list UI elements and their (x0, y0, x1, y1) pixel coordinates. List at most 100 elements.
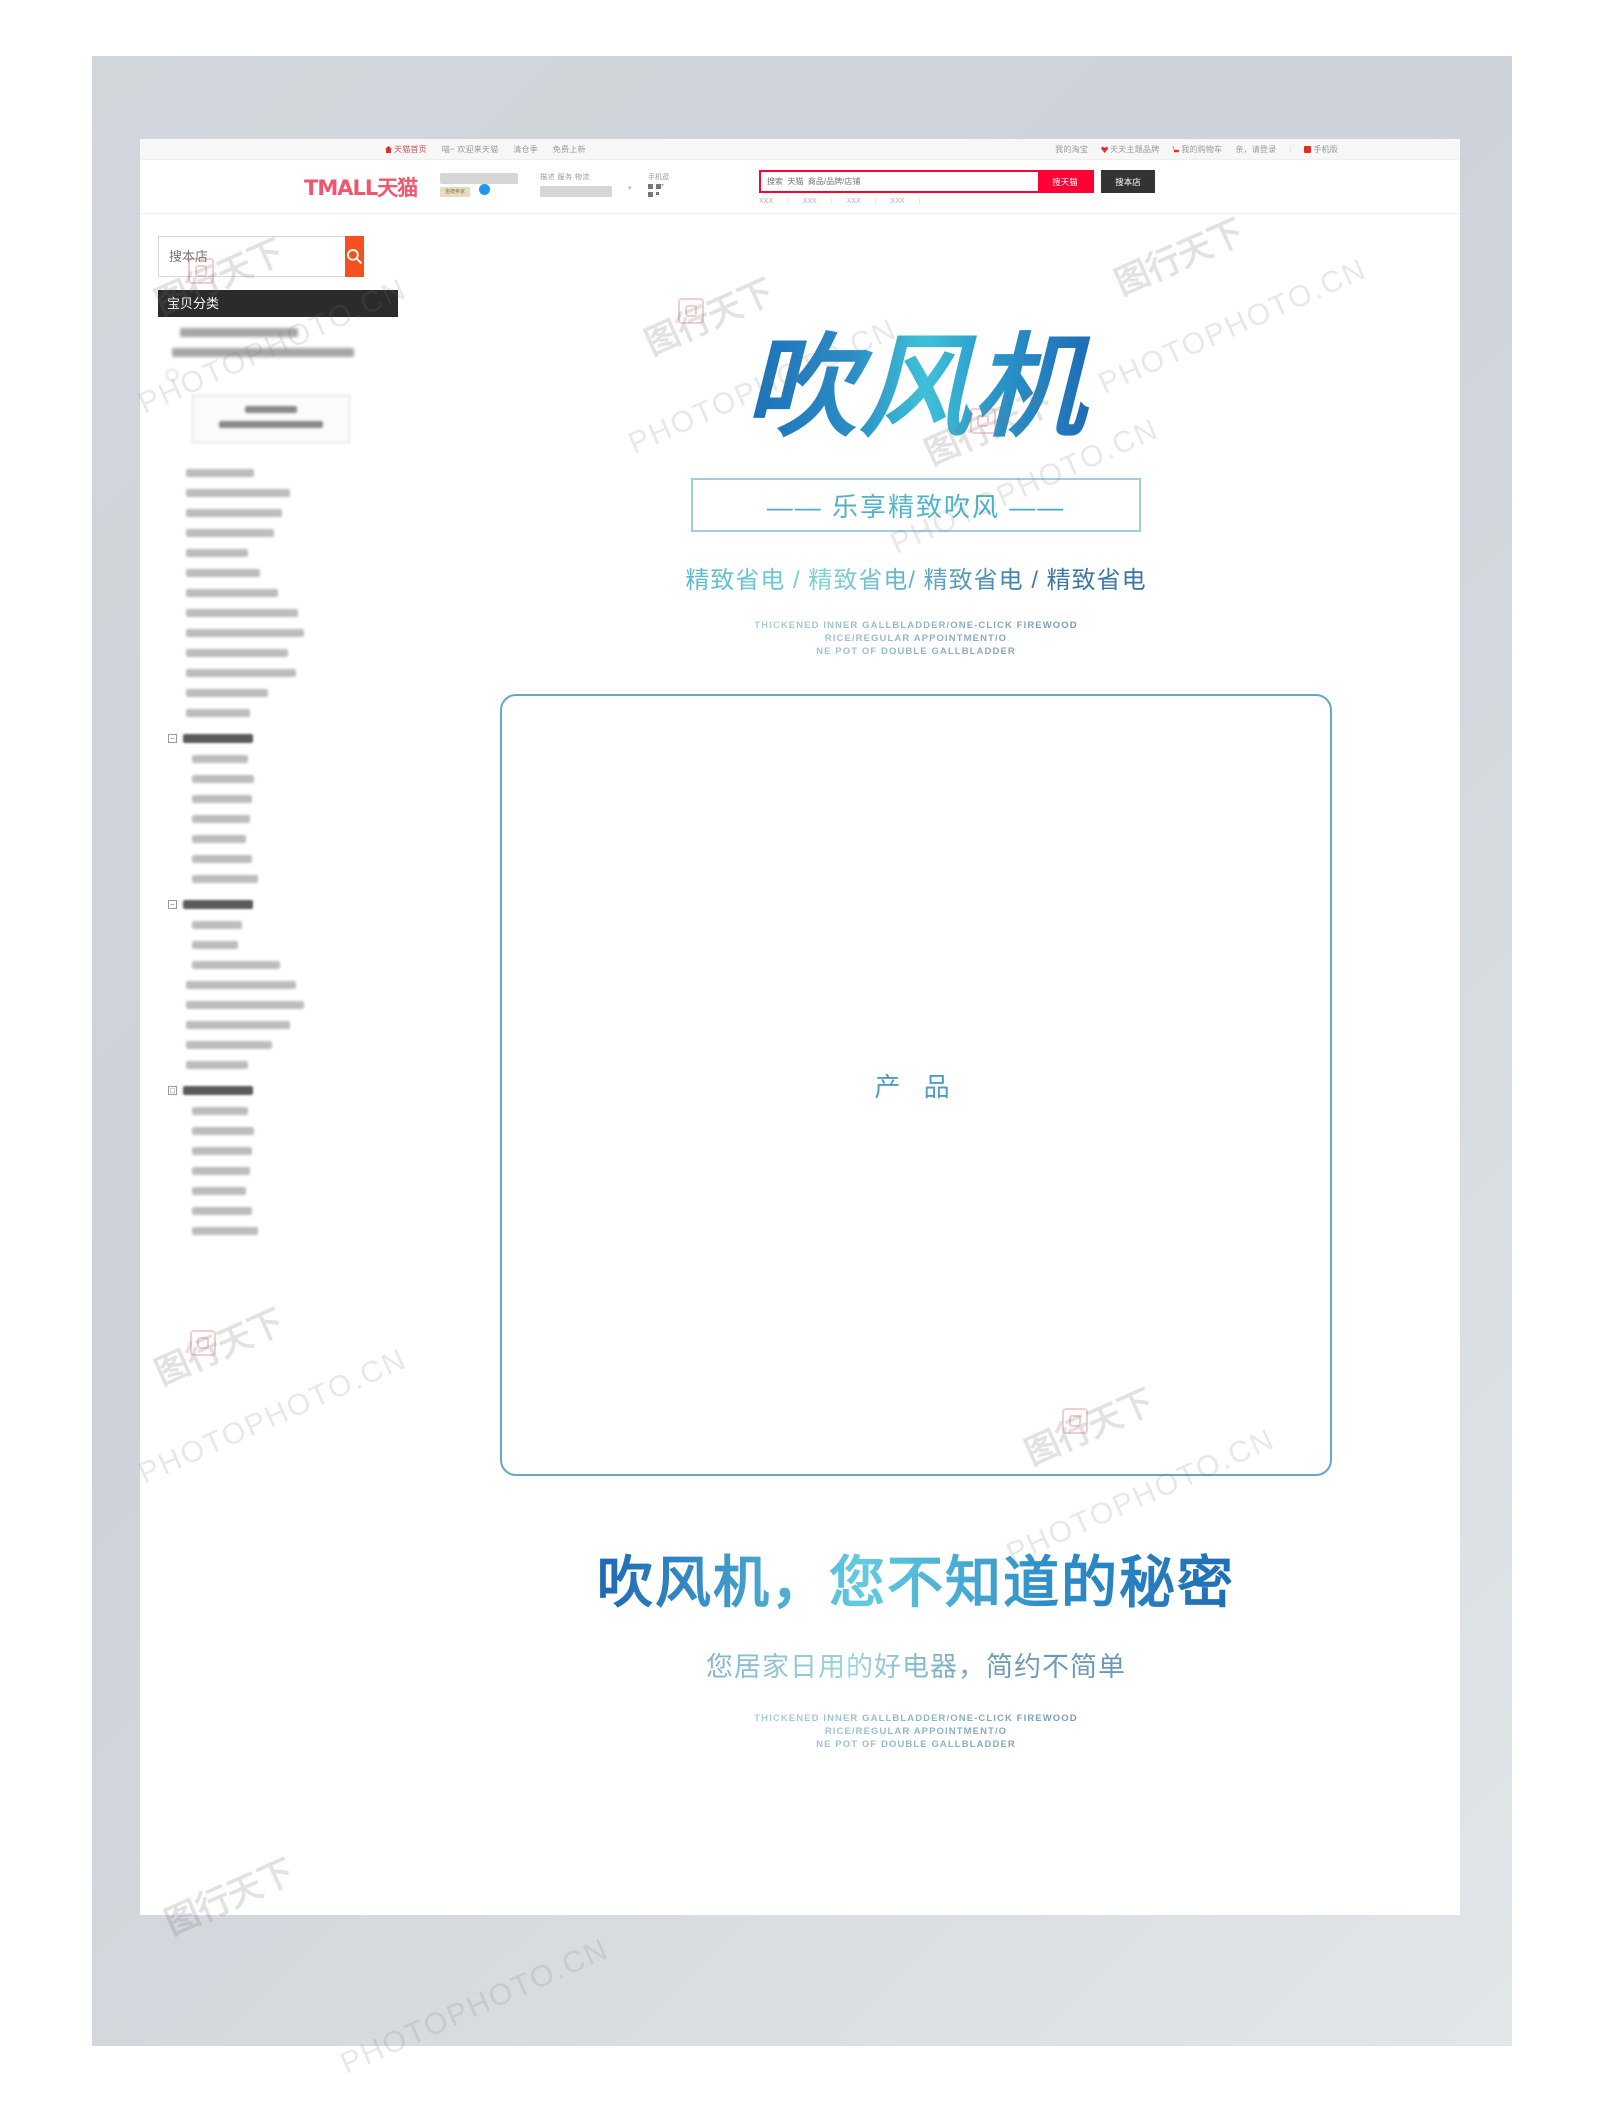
hot-keyword[interactable]: XXX (803, 198, 817, 205)
topnav-link-newarrivals[interactable]: 免费上新 (553, 144, 586, 155)
sidebar-item[interactable] (186, 981, 296, 989)
sidebar-item[interactable] (186, 649, 288, 657)
heart-icon (1101, 146, 1109, 153)
collapse-toggle-icon[interactable]: − (168, 900, 177, 909)
shop-rating-label: 描述 服务 物流 (540, 174, 590, 181)
tmall-search-area: 搜天猫 搜本店 XXX | XXX | XXX | XXX | (759, 170, 1155, 205)
sidebar-item[interactable] (186, 569, 260, 577)
sidebar-item[interactable] (192, 1167, 250, 1175)
collapse-toggle-icon[interactable]: □ (168, 1086, 177, 1095)
sidebar-item[interactable] (192, 1147, 252, 1155)
phone-icon (1304, 146, 1312, 153)
sidebar-item[interactable] (186, 709, 250, 717)
hot-keyword[interactable]: XXX (759, 198, 773, 205)
english-line: NE POT OF DOUBLE GALLBLADDER (816, 646, 1016, 657)
tmall-search-box: 搜天猫 (759, 170, 1094, 193)
tmall-page-sheet: 天猫首页 喵~ 欢迎来天猫 清仓季 免费上新 我的淘宝 天天主题品牌 我的购物车… (140, 139, 1460, 1915)
sidebar-item[interactable] (192, 795, 252, 803)
sidebar-item[interactable] (186, 1041, 272, 1049)
shop-name-chip: 金牌卖家 (440, 173, 518, 199)
hot-keyword[interactable]: XXX (891, 198, 905, 205)
mobile-shop-block: 手机逛 ▾ (648, 172, 688, 202)
chevron-down-icon-qr[interactable]: ▾ (661, 183, 664, 189)
topnav-link-home[interactable]: 天猫首页 (385, 144, 427, 155)
hot-keyword[interactable]: XXX (847, 198, 861, 205)
english-line: NE POT OF DOUBLE GALLBLADDER (816, 1739, 1016, 1750)
sidebar-item[interactable] (192, 775, 254, 783)
shop-search-input[interactable] (158, 236, 345, 277)
topnav-link-cart[interactable]: 我的购物车 (1172, 144, 1222, 155)
cart-icon (1172, 146, 1180, 153)
shop-search-row (158, 236, 364, 277)
chevron-down-icon[interactable]: ▾ (628, 184, 632, 192)
sidebar-item[interactable] (192, 941, 238, 949)
hot-keyword-divider: | (830, 198, 833, 205)
sidebar-item[interactable] (192, 855, 252, 863)
sidebar-item[interactable] (186, 549, 248, 557)
sidebar-item[interactable] (192, 1107, 248, 1115)
sidebar-item[interactable] (192, 1207, 252, 1215)
sidebar-group-header[interactable]: − (168, 734, 372, 743)
mobile-shop-label: 手机逛 (648, 174, 669, 181)
sidebar-item[interactable] (186, 609, 298, 617)
sidebar-item[interactable] (186, 689, 268, 697)
hot-keyword-divider: | (874, 198, 877, 205)
collapse-toggle-icon[interactable]: − (168, 734, 177, 743)
sidebar-item[interactable] (192, 921, 242, 929)
sidebar-radio-icon[interactable] (166, 369, 178, 381)
tmall-top-nav: 天猫首页 喵~ 欢迎来天猫 清仓季 免费上新 我的淘宝 天天主题品牌 我的购物车… (140, 139, 1460, 160)
sidebar-item[interactable] (192, 875, 258, 883)
tmall-logo[interactable]: TMALL天猫 (304, 172, 418, 202)
topnav-link-clearance[interactable]: 清仓季 (513, 144, 538, 155)
sidebar-item[interactable] (186, 1021, 290, 1029)
english-line: THICKENED INNER GALLBLADDER/ONE-CLICK FI… (754, 1713, 1078, 1724)
shop-search-button[interactable] (345, 236, 364, 277)
sidebar-promo-block (158, 328, 372, 357)
tmall-search-input[interactable] (761, 172, 1038, 191)
sidebar-item[interactable] (192, 815, 250, 823)
search-shop-button[interactable]: 搜本店 (1101, 170, 1155, 193)
sidebar-item[interactable] (192, 961, 280, 969)
shop-rating-block: 描述 服务 物流 (540, 172, 624, 197)
sidebar-card-line-2 (219, 421, 323, 428)
topnav-link-brands[interactable]: 天天主题品牌 (1101, 144, 1159, 155)
qrcode-icon[interactable] (648, 184, 661, 197)
sidebar-group-header[interactable]: □ (168, 1086, 372, 1095)
topnav-link-mytaobao[interactable]: 我的淘宝 (1055, 144, 1088, 155)
topnav-link-welcome[interactable]: 喵~ 欢迎来天猫 (442, 144, 499, 155)
shop-badge: 金牌卖家 (440, 187, 470, 197)
sidebar-item[interactable] (186, 509, 282, 517)
bottom-subheadline: 您居家日用的好电器，简约不简单 (372, 1645, 1460, 1684)
sidebar-item[interactable] (186, 669, 296, 677)
sidebar-item[interactable] (192, 1227, 258, 1235)
product-image-frame: 产 品 (500, 694, 1332, 1476)
tmall-top-nav-left: 天猫首页 喵~ 欢迎来天猫 清仓季 免费上新 (385, 144, 586, 155)
sidebar-item[interactable] (186, 1061, 248, 1069)
sidebar-promo-line-1 (180, 328, 298, 337)
sidebar-item[interactable] (192, 1187, 246, 1195)
page-bottom-strip (92, 2046, 1512, 2112)
shop-verified-icon (479, 184, 491, 195)
sidebar-item[interactable] (186, 629, 304, 637)
tmall-header: TMALL天猫 金牌卖家 描述 服务 物流 ▾ 手机逛 ▾ 搜天猫 (140, 160, 1460, 214)
sidebar-item[interactable] (192, 1127, 254, 1135)
shop-sidebar: 宝贝分类 (140, 214, 398, 1914)
sidebar-item[interactable] (186, 1001, 304, 1009)
topnav-link-mobile[interactable]: 手机版 (1304, 144, 1338, 155)
english-line: THICKENED INNER GALLBLADDER/ONE-CLICK FI… (754, 620, 1078, 631)
sidebar-group-label (183, 900, 253, 909)
sidebar-item[interactable] (186, 529, 274, 537)
sidebar-group-header[interactable]: − (168, 900, 372, 909)
sidebar-promo-line-2 (172, 348, 354, 357)
search-tmall-button[interactable]: 搜天猫 (1038, 172, 1092, 191)
sidebar-group-label (183, 1086, 253, 1095)
sidebar-item[interactable] (186, 469, 254, 477)
sidebar-item[interactable] (192, 835, 246, 843)
sidebar-item[interactable] (192, 755, 248, 763)
sidebar-item[interactable] (186, 489, 290, 497)
english-subtext-top: THICKENED INNER GALLBLADDER/ONE-CLICK FI… (372, 619, 1460, 658)
bottom-headline: 吹风机，您不知道的秘密 (372, 1538, 1460, 1619)
hot-keyword-divider: | (918, 198, 921, 205)
sidebar-item[interactable] (186, 589, 278, 597)
topnav-link-login[interactable]: 亲，请登录 (1235, 144, 1276, 155)
